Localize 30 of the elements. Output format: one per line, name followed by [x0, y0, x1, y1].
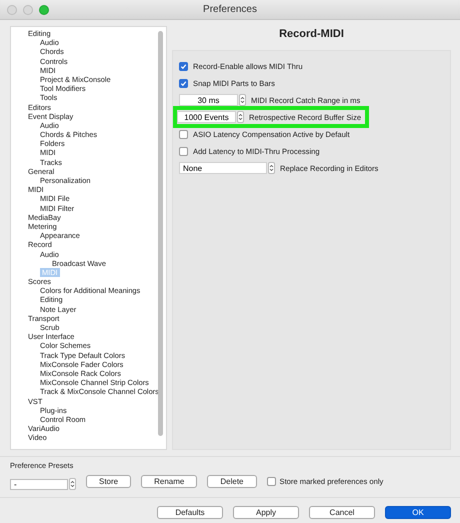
- stepper-arrows-icon[interactable]: [240, 96, 245, 104]
- dialog-button[interactable]: OK: [385, 506, 451, 519]
- stepper[interactable]: [237, 111, 244, 123]
- stepper[interactable]: [69, 478, 76, 490]
- checkbox[interactable]: [179, 146, 188, 156]
- window-title: Preferences: [203, 4, 257, 15]
- checkbox[interactable]: [266, 476, 276, 486]
- checkbox[interactable]: [179, 62, 188, 70]
- updown-arrows-icon[interactable]: [70, 480, 75, 488]
- stepper-arrows-icon[interactable]: [238, 113, 243, 121]
- stepper[interactable]: [239, 94, 246, 106]
- checkmark-icon: [180, 80, 187, 86]
- preset-button[interactable]: Delete: [207, 474, 256, 488]
- dialog-button[interactable]: Cancel: [309, 506, 375, 519]
- number-field[interactable]: 30 ms: [179, 94, 238, 106]
- dialog-button[interactable]: Defaults: [157, 506, 223, 519]
- checkmark-icon: [180, 62, 187, 70]
- zoom-button[interactable]: [39, 4, 49, 14]
- preset-field[interactable]: -: [10, 478, 68, 490]
- preset-button[interactable]: Rename: [141, 474, 198, 488]
- checkbox[interactable]: [179, 130, 188, 138]
- stepper[interactable]: [268, 162, 275, 174]
- scrollbar[interactable]: [158, 31, 163, 436]
- number-field[interactable]: 1000 Events: [177, 111, 236, 123]
- dropdown[interactable]: None: [179, 162, 267, 174]
- page-title: Record-MIDI: [278, 27, 345, 42]
- dialog-button[interactable]: Apply: [233, 506, 299, 519]
- updown-arrows-icon[interactable]: [269, 164, 274, 172]
- checkbox[interactable]: [179, 78, 188, 88]
- preset-button[interactable]: Store: [86, 474, 132, 488]
